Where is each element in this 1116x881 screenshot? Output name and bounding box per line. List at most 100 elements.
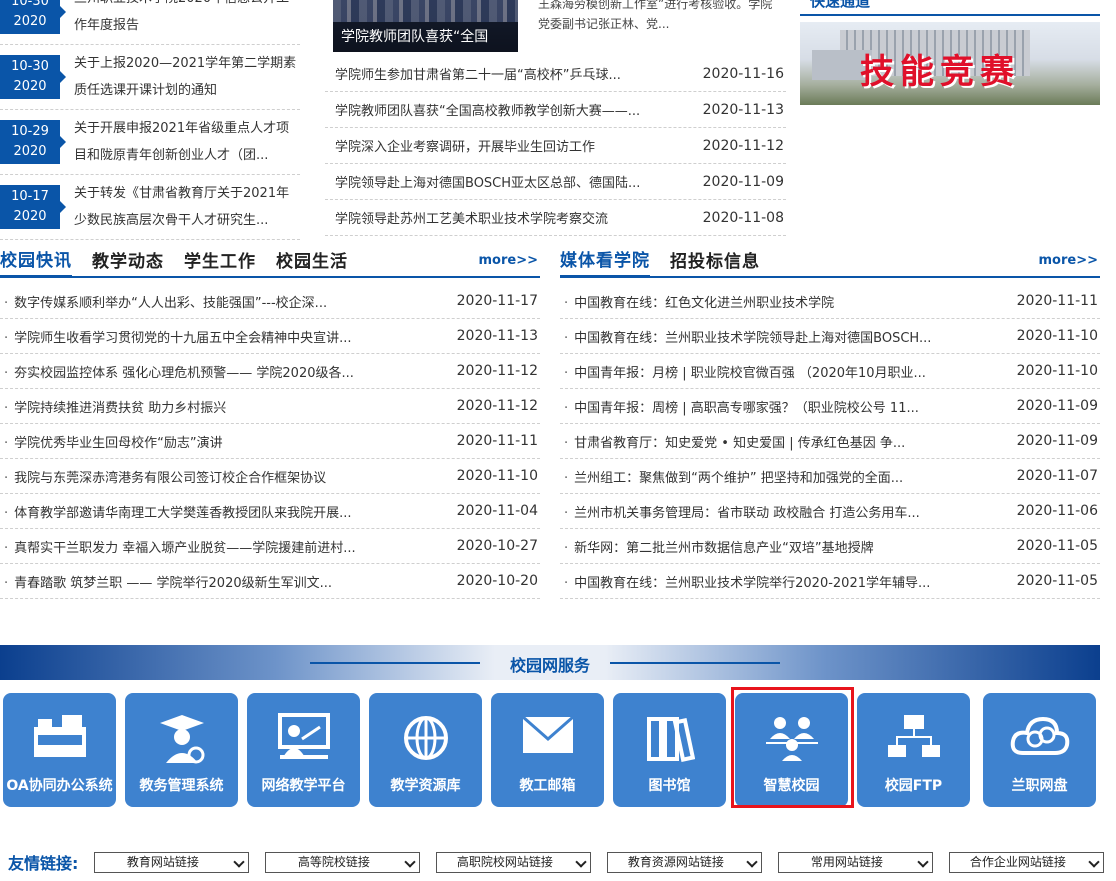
select-universities[interactable]: 高等院校链接 [265,851,421,873]
notice-item[interactable]: 10-17 2020 关于转发《甘肃省教育厅关于2021年少数民族高层次骨干人才研… [0,175,300,240]
news-date: 2020-11-10 [1016,328,1098,344]
news-title[interactable]: 中国教育在线：兰州职业技术学院领导赴上海对德国BOSCH... [560,327,931,346]
tab-student-work[interactable]: 学生工作 [184,247,256,276]
news-title[interactable]: 真帮实干兰职发力 幸福入塬产业脱贫——学院援建前进村... [0,537,356,556]
list-item[interactable]: 兰州组工：聚焦做到“两个维护” 把坚持和加强党的全面... 2020-11-07 [560,459,1100,494]
list-item[interactable]: 学院深入企业考察调研，开展毕业生回访工作 2020-11-12 [325,128,786,164]
news-title[interactable]: 中国教育在线：红色文化进兰州职业技术学院 [560,292,834,311]
news-title[interactable]: 中国青年报：周榜 | 高职高专哪家强？（职业院校公号 11... [560,397,919,416]
news-title[interactable]: 夯实校园监控体系 强化心理危机预警—— 学院2020级各... [0,362,354,381]
service-smart-campus[interactable]: 智慧校园 [735,693,848,807]
graduate-gear-icon [159,715,204,764]
service-library[interactable]: 图书馆 [613,693,726,807]
photo-summary-line: 党委副书记张正林、党... [538,17,670,31]
tab-campus-life[interactable]: 校园生活 [276,247,348,276]
service-name: 图书馆 [648,778,691,794]
select-education-resources[interactable]: 教育资源网站链接 [607,851,763,873]
notice-item[interactable]: 10-29 2020 关于开展申报2021年省级重点人才项目和陇原青年创新创业人才… [0,110,300,175]
news-title[interactable]: 数字传媒系顺利举办“人人出彩、技能强国”---校企深... [0,292,327,311]
list-item[interactable]: 中国青年报：周榜 | 高职高专哪家强？（职业院校公号 11... 2020-11-… [560,389,1100,424]
campus-news-list: 数字传媒系顺利举办“人人出彩、技能强国”---校企深...2020-11-17 … [0,284,540,599]
service-academic[interactable]: 教务管理系统 [125,693,238,807]
notice-date: 10-29 2020 [0,120,66,164]
news-title[interactable]: 学院深入企业考察调研，开展毕业生回访工作 [335,136,595,155]
news-title[interactable]: 兰州组工：聚焦做到“两个维护” 把坚持和加强党的全面... [560,467,903,486]
notice-title[interactable]: 关于开展申报2021年省级重点人才项目和陇原青年创新创业人才（团... [74,115,300,169]
news-title[interactable]: 甘肃省教育厅：知史爱党 • 知史爱国 | 传承红色基因 争... [560,432,905,451]
service-oa[interactable]: OA协同办公系统 [3,693,116,807]
news-title[interactable]: 体育教学部邀请华南理工大学樊莲香教授团队来我院开展... [0,502,351,521]
news-title[interactable]: 青春踏歌 筑梦兰职 —— 学院举行2020级新生军训文... [0,572,332,591]
list-item[interactable]: 夯实校园监控体系 强化心理危机预警—— 学院2020级各... 2020-11-1… [0,354,540,389]
list-item[interactable]: 学院领导赴苏州工艺美术职业技术学院考察交流 2020-11-08 [325,200,786,236]
tab-campus-news[interactable]: 校园快讯 [0,246,72,278]
news-title[interactable]: 学院领导赴上海对德国BOSCH亚太区总部、德国陆... [335,172,640,191]
list-item[interactable]: 学院师生收看学习贯彻党的十九届五中全会精神中央宣讲... 2020-11-13 [0,319,540,354]
media-news-list: 中国教育在线：红色文化进兰州职业技术学院 2020-11-11 中国教育在线：兰州… [560,284,1100,599]
list-item[interactable]: 学院优秀毕业生回母校作“励志”演讲 2020-11-11 [0,424,540,459]
news-title[interactable]: 学院优秀毕业生回母校作“励志”演讲 [0,432,222,451]
news-date: 2020-11-10 [1016,363,1098,379]
select-vocational-colleges[interactable]: 高职院校网站链接 [436,851,592,873]
select-common-sites[interactable]: 常用网站链接 [778,851,934,873]
news-title[interactable]: 兰州市机关事务管理局：省市联动 政校融合 打造公务用车... [560,502,920,521]
news-date: 2020-11-06 [1016,503,1098,519]
list-item[interactable]: 真帮实干兰职发力 幸福入塬产业脱贫——学院援建前进村... 2020-10-27 [0,529,540,564]
photo-caption[interactable]: 学院教师团队喜获“全国 [333,22,518,52]
more-link[interactable]: more>> [479,253,539,268]
list-item[interactable]: 青春踏歌 筑梦兰职 —— 学院举行2020级新生军训文... 2020-10-20 [0,564,540,599]
list-item[interactable]: 学院师生参加甘肃省第二十一届“高校杯”乒乓球... 2020-11-16 [325,56,786,92]
featured-photo[interactable]: 学院教师团队喜获“全国 [333,0,518,52]
list-item[interactable]: 兰州市机关事务管理局：省市联动 政校融合 打造公务用车... 2020-11-06 [560,494,1100,529]
news-date: 2020-11-07 [1016,468,1098,484]
tab-teaching[interactable]: 教学动态 [92,247,164,276]
service-ftp[interactable]: 校园FTP [857,693,970,807]
teacher-board-icon [277,713,330,759]
news-title[interactable]: 新华网：第二批兰州市数据信息产业“双培”基地授牌 [560,537,873,556]
list-item[interactable]: 中国青年报：月榜 | 职业院校官微百强 （2020年10月职业... 2020-1… [560,354,1100,389]
list-item[interactable]: 中国教育在线：兰州职业技术学院举行2020-2021学年辅导... 2020-11… [560,564,1100,599]
news-title[interactable]: 中国青年报：月榜 | 职业院校官微百强 （2020年10月职业... [560,362,926,381]
skills-competition-banner[interactable]: 技能竞赛 [800,22,1100,105]
list-item[interactable]: 学院持续推进消费扶贫 助力乡村振兴 2020-11-12 [0,389,540,424]
service-name: 校园FTP [884,778,943,794]
list-item[interactable]: 学院教师团队喜获“全国高校教师教学创新大赛——... 2020-11-13 [325,92,786,128]
list-item[interactable]: 数字传媒系顺利举办“人人出彩、技能强国”---校企深... 2020-11-17 [0,284,540,319]
books-icon [646,717,695,762]
news-title[interactable]: 学院持续推进消费扶贫 助力乡村振兴 [0,397,226,416]
notice-title[interactable]: 关于上报2020—2021学年第二学期素质任选课开课计划的通知 [74,50,300,104]
news-date: 2020-11-12 [702,137,784,154]
list-item[interactable]: 体育教学部邀请华南理工大学樊莲香教授团队来我院开展... 2020-11-04 [0,494,540,529]
notice-title[interactable]: 关于转发《甘肃省教育厅关于2021年少数民族高层次骨干人才研究生... [74,180,300,234]
list-item[interactable]: 我院与东莞深赤湾港务有限公司签订校企合作框架协议 2020-11-10 [0,459,540,494]
service-resources[interactable]: 教学资源库 [369,693,482,807]
news-date: 2020-11-08 [702,209,784,226]
banner-title: 技能竞赛 [860,52,1020,92]
list-item[interactable]: 新华网：第二批兰州市数据信息产业“双培”基地授牌 2020-11-05 [560,529,1100,564]
news-date: 2020-10-27 [456,538,538,554]
service-name: 兰职网盘 [1011,778,1068,794]
news-title[interactable]: 我院与东莞深赤湾港务有限公司签订校企合作框架协议 [0,467,326,486]
tab-bidding[interactable]: 招投标信息 [670,247,760,276]
tab-media[interactable]: 媒体看学院 [560,246,650,278]
more-link[interactable]: more>> [1039,253,1099,268]
select-education-sites[interactable]: 教育网站链接 [94,851,250,873]
news-title[interactable]: 学院教师团队喜获“全国高校教师教学创新大赛——... [335,100,640,119]
service-cloud-drive[interactable]: 兰职网盘 [983,693,1096,807]
notice-item[interactable]: 10-30 2020 关于上报2020—2021学年第二学期素质任选课开课计划的通… [0,45,300,110]
notice-title[interactable]: 兰州职业技术学院2020年信息公开工作年度报告 [74,0,300,39]
news-title[interactable]: 学院领导赴苏州工艺美术职业技术学院考察交流 [335,208,608,227]
news-title[interactable]: 学院师生参加甘肃省第二十一届“高校杯”乒乓球... [335,64,621,83]
list-item[interactable]: 中国教育在线：兰州职业技术学院领导赴上海对德国BOSCH... 2020-11-1… [560,319,1100,354]
service-elearning[interactable]: 网络教学平台 [247,693,360,807]
list-item[interactable]: 学院领导赴上海对德国BOSCH亚太区总部、德国陆... 2020-11-09 [325,164,786,200]
list-item[interactable]: 中国教育在线：红色文化进兰州职业技术学院 2020-11-11 [560,284,1100,319]
service-mail[interactable]: 教工邮箱 [491,693,604,807]
news-title[interactable]: 学院师生收看学习贯彻党的十九届五中全会精神中央宣讲... [0,327,351,346]
services-grid: OA协同办公系统 教务管理系统 网络教学平台 教学资源库 教工邮箱 图书馆 智慧… [3,693,1103,807]
list-item[interactable]: 甘肃省教育厅：知史爱党 • 知史爱国 | 传承红色基因 争... 2020-11-… [560,424,1100,459]
news-title[interactable]: 中国教育在线：兰州职业技术学院举行2020-2021学年辅导... [560,572,930,591]
notice-date: 10-30 2020 [0,0,66,34]
select-partner-companies[interactable]: 合作企业网站链接 [949,851,1105,873]
notice-item[interactable]: 10-302020 兰州职业技术学院2020年信息公开工作年度报告 [0,0,300,45]
